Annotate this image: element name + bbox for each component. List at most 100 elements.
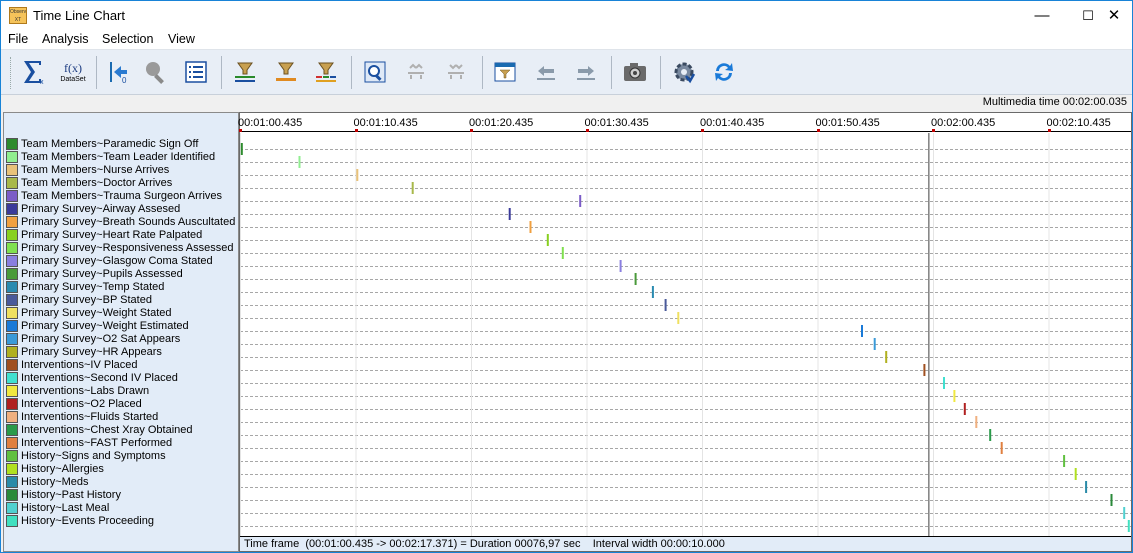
legend-item[interactable]: History~Meds	[6, 475, 89, 488]
close-button[interactable]: ✕	[1091, 1, 1133, 30]
legend-item[interactable]: Primary Survey~O2 Sat Appears	[6, 332, 180, 345]
legend-item[interactable]: Interventions~O2 Placed	[6, 397, 142, 410]
legend-label: Team Members~Paramedic Sign Off	[21, 137, 199, 150]
legend-item[interactable]: Primary Survey~Temp Stated	[6, 280, 164, 293]
legend-item[interactable]: History~Last Meal	[6, 501, 109, 514]
legend-item[interactable]: History~Allergies	[6, 462, 104, 475]
event-marker[interactable]	[664, 299, 667, 311]
legend-item[interactable]: Primary Survey~Breath Sounds Auscultated	[6, 215, 235, 228]
event-marker[interactable]	[1085, 481, 1088, 493]
settings-icon[interactable]	[669, 57, 699, 87]
list-view-icon[interactable]	[181, 57, 211, 87]
legend-item[interactable]: Primary Survey~Glasgow Coma Stated	[6, 254, 213, 267]
event-marker[interactable]	[651, 286, 654, 298]
event-marker[interactable]	[885, 351, 888, 363]
legend-swatch	[6, 449, 18, 462]
legend-item[interactable]: Team Members~Doctor Arrives	[6, 176, 172, 189]
event-marker[interactable]	[1063, 455, 1066, 467]
legend-swatch	[6, 202, 18, 215]
event-marker[interactable]	[546, 234, 549, 246]
axis-tick-label: 00:01:20.435	[469, 117, 534, 129]
legend-label: Team Members~Trauma Surgeon Arrives	[21, 189, 223, 202]
legend-item[interactable]: Primary Survey~Weight Estimated	[6, 319, 189, 332]
axis-tick-label: 00:01:30.435	[584, 117, 649, 129]
event-marker[interactable]	[923, 364, 926, 376]
minimize-button[interactable]: —	[1019, 1, 1065, 30]
legend-item[interactable]: Primary Survey~BP Stated	[6, 293, 152, 306]
filter-multi-icon[interactable]	[311, 57, 341, 87]
timeline-plot[interactable]	[240, 133, 1131, 537]
legend-item[interactable]: Primary Survey~Pupils Assessed	[6, 267, 183, 280]
legend-item[interactable]: Team Members~Paramedic Sign Off	[6, 137, 198, 150]
zoom-in-disabled-icon[interactable]	[401, 57, 431, 87]
legend-item[interactable]: Interventions~Labs Drawn	[6, 384, 149, 397]
menu-selection[interactable]: Selection	[102, 32, 153, 46]
legend-label: Primary Survey~Temp Stated	[21, 280, 165, 293]
timeline-chart[interactable]: 00:01:00.435 00:01:10.435 00:01:20.435 00:0…	[238, 112, 1132, 552]
go-to-start-icon[interactable]: 0	[104, 57, 134, 87]
event-marker[interactable]	[1123, 507, 1126, 519]
event-marker[interactable]	[240, 143, 243, 155]
menu-file[interactable]: File	[8, 32, 28, 46]
legend-item[interactable]: History~Events Proceeding	[6, 514, 154, 527]
fx-dataset-icon[interactable]: f(x) DataSet	[58, 57, 88, 87]
menu-view[interactable]: View	[168, 32, 195, 46]
menu-analysis[interactable]: Analysis	[42, 32, 89, 46]
next-event-icon[interactable]	[571, 57, 601, 87]
event-marker[interactable]	[561, 247, 564, 259]
event-marker[interactable]	[677, 312, 680, 324]
event-marker[interactable]	[298, 156, 301, 168]
event-marker[interactable]	[963, 403, 966, 415]
legend-item[interactable]: Interventions~IV Placed	[6, 358, 138, 371]
legend-item[interactable]: Interventions~Second IV Placed	[6, 371, 178, 384]
legend-item[interactable]: History~Past History	[6, 488, 121, 501]
event-marker[interactable]	[619, 260, 622, 272]
event-marker[interactable]	[975, 416, 978, 428]
event-marker[interactable]	[411, 182, 414, 194]
legend-label: Primary Survey~Glasgow Coma Stated	[21, 254, 213, 267]
event-marker[interactable]	[989, 429, 992, 441]
event-marker[interactable]	[634, 273, 637, 285]
legend-item[interactable]: History~Signs and Symptoms	[6, 449, 166, 462]
event-marker[interactable]	[1000, 442, 1003, 454]
previous-event-icon[interactable]	[531, 57, 561, 87]
legend-swatch	[6, 306, 18, 319]
legend-item[interactable]: Team Members~Nurse Arrives	[6, 163, 169, 176]
axis-tick-label: 00:01:50.435	[815, 117, 880, 129]
legend-item[interactable]: Primary Survey~HR Appears	[6, 345, 162, 358]
legend-item[interactable]: Team Members~Team Leader Identified	[6, 150, 215, 163]
event-marker[interactable]	[1110, 494, 1113, 506]
zoom-out-disabled-icon[interactable]	[441, 57, 471, 87]
event-marker[interactable]	[529, 221, 532, 233]
event-marker[interactable]	[943, 377, 945, 389]
refresh-icon[interactable]	[709, 57, 739, 87]
legend-item[interactable]: Interventions~Chest Xray Obtained	[6, 423, 193, 436]
legend-item[interactable]: Primary Survey~Responsiveness Assessed	[6, 241, 233, 254]
legend-item[interactable]: Primary Survey~Heart Rate Palpated	[6, 228, 202, 241]
event-marker[interactable]	[953, 390, 956, 402]
toolbar-separator	[611, 56, 612, 89]
legend-item[interactable]: Team Members~Trauma Surgeon Arrives	[6, 189, 222, 202]
event-marker[interactable]	[873, 338, 876, 350]
event-marker[interactable]	[861, 325, 863, 337]
zoom-icon[interactable]	[360, 57, 390, 87]
legend-swatch	[6, 358, 18, 371]
search-disabled-icon[interactable]	[140, 57, 170, 87]
event-marker[interactable]	[356, 169, 359, 181]
event-marker[interactable]	[1127, 520, 1130, 532]
camera-icon[interactable]	[620, 57, 650, 87]
event-marker[interactable]	[579, 195, 582, 207]
sigma-icon[interactable]: x	[19, 57, 49, 87]
filter-single-icon[interactable]	[271, 57, 301, 87]
filter-bars-icon[interactable]	[230, 57, 260, 87]
legend-item[interactable]: Interventions~Fluids Started	[6, 410, 158, 423]
event-marker[interactable]	[1074, 468, 1077, 480]
legend-item[interactable]: Primary Survey~Weight Stated	[6, 306, 172, 319]
legend-item[interactable]: Interventions~FAST Performed	[6, 436, 172, 449]
axis-tick-marker	[816, 129, 820, 132]
legend-item[interactable]: Primary Survey~Airway Assesed	[6, 202, 180, 215]
legend-panel: Team Members~Paramedic Sign Off Team Memb…	[3, 112, 239, 552]
filter-window-icon[interactable]	[490, 57, 520, 87]
event-marker[interactable]	[508, 208, 511, 220]
toolbar-grip[interactable]	[10, 57, 13, 89]
